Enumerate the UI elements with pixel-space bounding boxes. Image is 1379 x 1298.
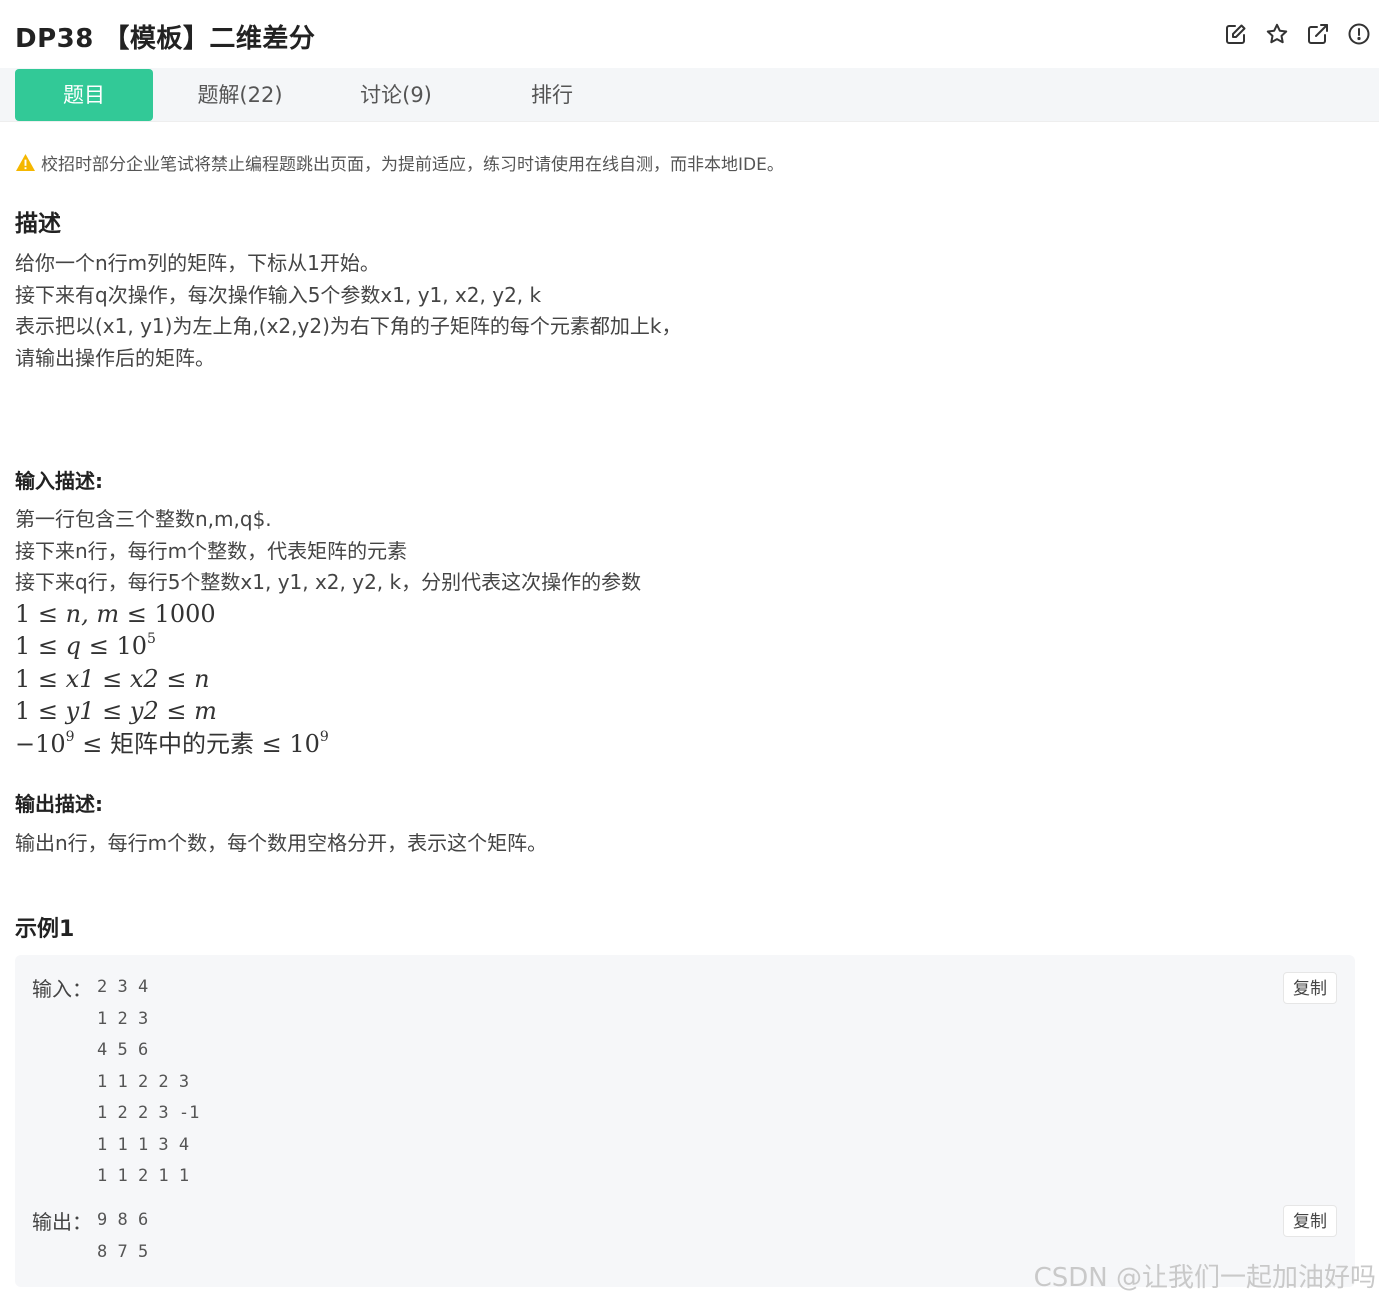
- edit-icon[interactable]: [1224, 22, 1248, 46]
- constraint-y: 1 ≤ y1 ≤ y2 ≤ m: [15, 697, 217, 726]
- input-description-heading: 输入描述:: [15, 469, 103, 493]
- tab-discussion[interactable]: 讨论(9): [332, 69, 460, 121]
- example-input-content[interactable]: 2 3 4 1 2 3 4 5 6 1 1 2 2 3 1 2 2 3 -1 1…: [97, 972, 199, 1193]
- input-description-body: 第一行包含三个整数n,m,q$. 接下来n行，每行m个整数，代表矩阵的元素 接下…: [15, 504, 641, 599]
- constraint-element: −109 ≤ 矩阵中的元素 ≤ 109: [15, 728, 329, 758]
- input-description-line: 接下来q行，每行5个整数x1, y1, x2, y2, k，分别代表这次操作的参…: [15, 570, 642, 594]
- example-heading: 示例1: [15, 917, 75, 942]
- watermark: CSDN @让我们一起加油好吗: [1033, 1263, 1376, 1293]
- example-output-line: 9 8 6: [97, 1210, 149, 1230]
- input-description-line: 接下来n行，每行m个整数，代表矩阵的元素: [15, 538, 408, 563]
- example-input-line: 1 1 2 2 3: [97, 1071, 190, 1092]
- copy-input-button[interactable]: 复制: [1283, 972, 1337, 1004]
- report-icon[interactable]: [1347, 22, 1371, 46]
- notice-text: 校招时部分企业笔试将禁止编程题跳出页面，为提前适应，练习时请使用在线自测，而非本…: [41, 155, 784, 175]
- example-output-line: 8 7 5: [97, 1241, 149, 1262]
- example-input-line: 1 2 2 3 -1: [97, 1103, 200, 1123]
- problem-header: DP38 【模板】二维差分: [0, 0, 1379, 68]
- tab-solutions[interactable]: 题解(22): [175, 69, 305, 121]
- constraints-block: 1 ≤ n, m ≤ 1000 1 ≤ q ≤ 105 1 ≤ x1 ≤ x2 …: [15, 598, 329, 760]
- example-input-label: 输入：: [32, 977, 92, 1001]
- page-title: DP38 【模板】二维差分: [15, 24, 316, 54]
- constraint-x: 1 ≤ x1 ≤ x2 ≤ n: [15, 664, 210, 693]
- description-line: 请输出操作后的矩阵。: [15, 345, 215, 370]
- title-actions: [1224, 22, 1371, 46]
- description-line: 表示把以(x1, y1)为左上角,(x2,y2)为右下角的子矩阵的每个元素都加上…: [15, 314, 682, 338]
- output-description-heading: 输出描述:: [15, 792, 103, 816]
- example-input-line: 4 5 6: [97, 1040, 149, 1060]
- output-description-line: 输出n行，每行m个数，每个数用空格分开，表示这个矩阵。: [15, 831, 548, 855]
- example-box: 输入： 2 3 4 1 2 3 4 5 6 1 1 2 2 3 1 2 2 3 …: [15, 955, 1355, 1287]
- example-output-label: 输出：: [32, 1210, 92, 1234]
- tab-problem[interactable]: 题目: [15, 69, 153, 121]
- constraint-q: 1 ≤ q ≤ 105: [15, 631, 156, 661]
- copy-output-button[interactable]: 复制: [1283, 1205, 1337, 1237]
- description-body: 给你一个n行m列的矩阵，下标从1开始。 接下来有q次操作，每次操作输入5个参数x…: [15, 248, 681, 374]
- output-description-body: 输出n行，每行m个数，每个数用空格分开，表示这个矩阵。: [15, 828, 547, 860]
- input-description-line: 第一行包含三个整数n,m,q$.: [15, 507, 272, 531]
- tab-ranking[interactable]: 排行: [490, 69, 614, 121]
- star-icon[interactable]: [1265, 22, 1289, 46]
- example-input-line: 2 3 4: [97, 977, 149, 997]
- warning-icon: [16, 153, 35, 172]
- description-line: 接下来有q次操作，每次操作输入5个参数x1, y1, x2, y2, k: [15, 282, 542, 307]
- example-output-content[interactable]: 9 8 6 8 7 5: [97, 1205, 148, 1268]
- constraint-nm: 1 ≤ n, m ≤ 1000: [15, 600, 216, 628]
- share-icon[interactable]: [1306, 22, 1330, 46]
- description-line: 给你一个n行m列的矩阵，下标从1开始。: [15, 251, 380, 275]
- notice-bar: 校招时部分企业笔试将禁止编程题跳出页面，为提前适应，练习时请使用在线自测，而非本…: [15, 150, 784, 175]
- example-input-line: 1 2 3: [97, 1008, 149, 1029]
- problem-tabs: 题目 题解(22) 讨论(9) 排行: [0, 68, 1379, 122]
- example-input-line: 1 1 2 1 1: [97, 1166, 190, 1186]
- example-input-line: 1 1 1 3 4: [97, 1134, 190, 1155]
- description-heading: 描述: [15, 211, 61, 237]
